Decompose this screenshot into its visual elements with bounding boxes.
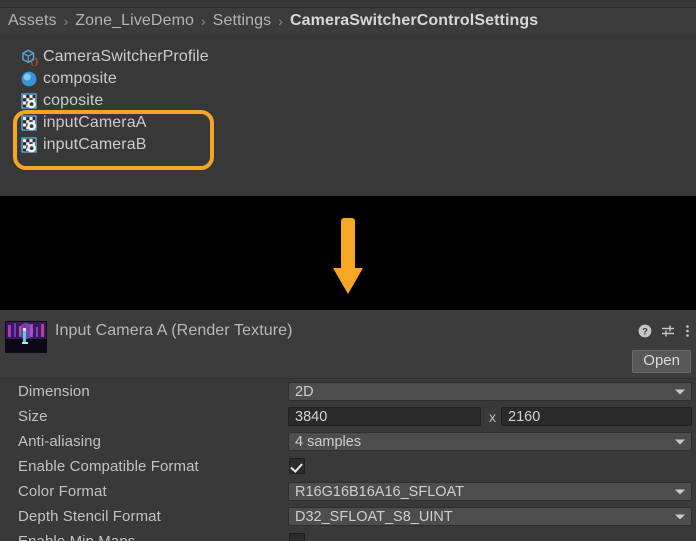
- size-width-input[interactable]: 3840: [288, 407, 481, 426]
- list-item[interactable]: {} CameraSwitcherProfile: [0, 46, 696, 68]
- list-item-label: coposite: [43, 92, 103, 110]
- list-item-input-camera-b[interactable]: inputCameraB: [0, 134, 696, 156]
- preset-icon[interactable]: [661, 324, 676, 338]
- list-item-label: composite: [43, 70, 117, 88]
- material-sphere-icon: [20, 70, 38, 88]
- chevron-down-icon: [675, 389, 685, 394]
- inspector-toolbar: ?: [638, 324, 690, 338]
- svg-text:{}: {}: [30, 57, 39, 66]
- list-item-label: inputCameraA: [43, 114, 146, 132]
- chevron-down-icon: [675, 489, 685, 494]
- breadcrumb-separator-icon: ›: [201, 13, 206, 29]
- property-label: Depth Stencil Format: [18, 508, 161, 525]
- render-texture-icon: [20, 114, 38, 132]
- list-item[interactable]: composite: [0, 68, 696, 90]
- down-arrow-icon: [331, 218, 365, 294]
- list-item-input-camera-a[interactable]: inputCameraA: [0, 112, 696, 134]
- unity-editor-screenshot: Assets › Zone_LiveDemo › Settings › Came…: [0, 0, 696, 541]
- color-format-dropdown[interactable]: R16G16B16A16_SFLOAT: [288, 482, 692, 501]
- dimension-dropdown[interactable]: 2D: [288, 382, 692, 401]
- enable-compatible-format-checkbox[interactable]: [289, 458, 305, 474]
- anti-aliasing-dropdown[interactable]: 4 samples: [288, 432, 692, 451]
- inspector-panel: Input Camera A (Render Texture) ?: [0, 310, 696, 541]
- property-row-enable-mip-maps: Enable Mip Maps: [0, 529, 696, 541]
- render-texture-preview-thumbnail: [5, 321, 47, 353]
- property-label: Dimension: [18, 383, 90, 400]
- property-row-depth-stencil-format: Depth Stencil Format D32_SFLOAT_S8_UINT: [0, 504, 696, 529]
- render-texture-icon: [20, 136, 38, 154]
- inspector-title: Input Camera A (Render Texture): [55, 322, 293, 340]
- property-label: Enable Mip Maps: [18, 533, 135, 541]
- breadcrumb-item-settings[interactable]: Settings: [213, 12, 272, 30]
- list-item-label: CameraSwitcherProfile: [43, 48, 209, 66]
- property-label: Size: [18, 408, 48, 425]
- scriptable-object-icon: {}: [20, 48, 38, 66]
- render-texture-icon: [20, 92, 38, 110]
- help-icon[interactable]: ?: [638, 324, 652, 338]
- breadcrumb-separator-icon: ›: [278, 13, 283, 29]
- anti-aliasing-value: 4 samples: [295, 434, 361, 450]
- project-browser-panel: Assets › Zone_LiveDemo › Settings › Came…: [0, 0, 696, 196]
- property-row-dimension: Dimension 2D: [0, 379, 696, 404]
- property-row-anti-aliasing: Anti-aliasing 4 samples: [0, 429, 696, 454]
- open-button[interactable]: Open: [632, 350, 691, 373]
- dimension-value: 2D: [295, 384, 314, 400]
- more-menu-icon[interactable]: [685, 324, 690, 338]
- enable-mip-maps-checkbox[interactable]: [289, 533, 305, 541]
- svg-text:?: ?: [642, 327, 648, 338]
- breadcrumb-item-assets[interactable]: Assets: [8, 12, 57, 30]
- breadcrumb-separator-icon: ›: [64, 13, 69, 29]
- color-format-value: R16G16B16A16_SFLOAT: [295, 484, 464, 500]
- property-row-size: Size 3840 x 2160: [0, 404, 696, 429]
- size-height-input[interactable]: 2160: [501, 407, 692, 426]
- breadcrumb-item-current[interactable]: CameraSwitcherControlSettings: [290, 12, 538, 30]
- inspector-header: Input Camera A (Render Texture) ?: [0, 310, 696, 379]
- chevron-down-icon: [675, 514, 685, 519]
- breadcrumb: Assets › Zone_LiveDemo › Settings › Came…: [0, 7, 696, 34]
- asset-list: {} CameraSwitcherProfile composite: [0, 34, 696, 196]
- breadcrumb-item-zone-livedemo[interactable]: Zone_LiveDemo: [75, 12, 194, 30]
- depth-stencil-format-value: D32_SFLOAT_S8_UINT: [295, 509, 453, 525]
- property-row-color-format: Color Format R16G16B16A16_SFLOAT: [0, 479, 696, 504]
- property-label: Color Format: [18, 483, 107, 500]
- size-separator: x: [489, 409, 496, 425]
- property-label: Enable Compatible Format: [18, 458, 199, 475]
- property-row-enable-compatible-format: Enable Compatible Format: [0, 454, 696, 479]
- list-item-label: inputCameraB: [43, 136, 146, 154]
- list-item[interactable]: coposite: [0, 90, 696, 112]
- property-label: Anti-aliasing: [18, 433, 101, 450]
- chevron-down-icon: [675, 439, 685, 444]
- depth-stencil-format-dropdown[interactable]: D32_SFLOAT_S8_UINT: [288, 507, 692, 526]
- property-list: Dimension 2D Size 3840 x 2160 Anti-alias…: [0, 379, 696, 541]
